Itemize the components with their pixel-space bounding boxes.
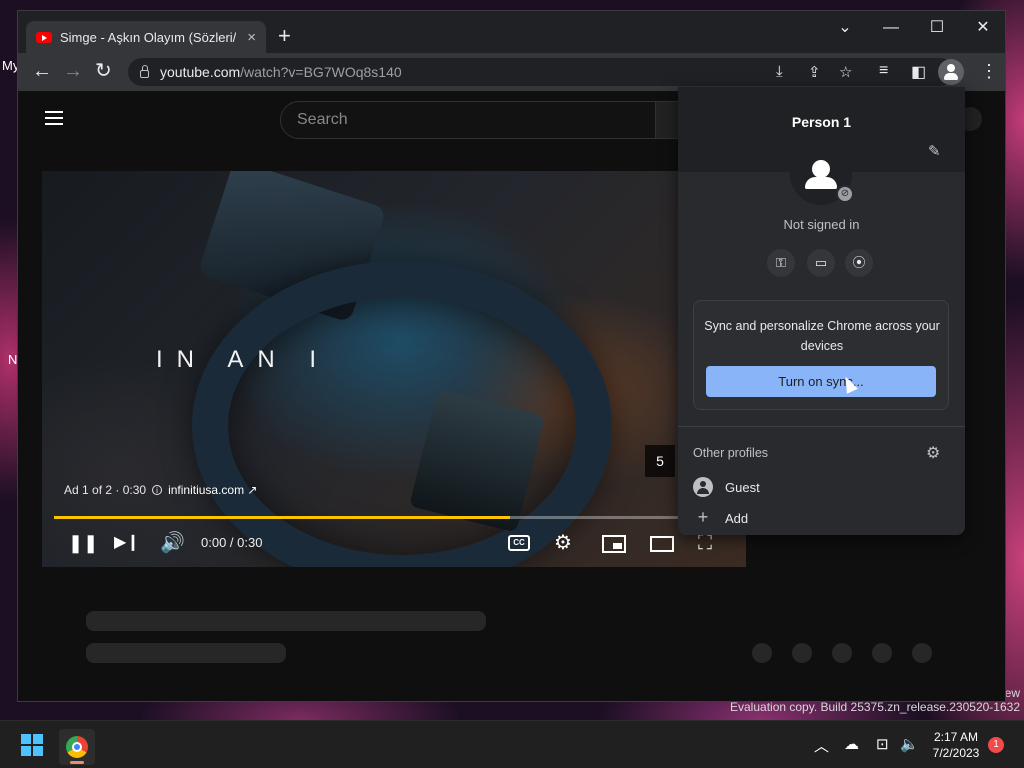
- info-icon[interactable]: i: [152, 485, 163, 495]
- volume-icon[interactable]: 🔊: [160, 531, 185, 555]
- sync-promo-text: Sync and personalize Chrome across your …: [704, 319, 940, 353]
- desktop-icon-label: ew: [1004, 686, 1020, 700]
- url-host: youtube.com: [160, 64, 241, 80]
- onedrive-cloud-icon[interactable]: ☁: [844, 735, 859, 753]
- media-controls-icon[interactable]: ≡: [879, 62, 888, 80]
- guest-profile-item[interactable]: Guest: [693, 477, 760, 497]
- profile-avatar-button[interactable]: [938, 59, 964, 85]
- clock-date: 7/2/2023: [932, 746, 980, 760]
- browser-tab[interactable]: Simge - Aşkın Olayım (Sözleri/Lyrics) ×: [26, 21, 266, 53]
- add-profile-item[interactable]: + Add: [693, 508, 748, 528]
- install-app-icon[interactable]: ⤓: [776, 63, 783, 80]
- youtube-search-input[interactable]: Search: [280, 101, 656, 139]
- person-icon: [947, 64, 955, 72]
- url-path: /watch?v=BG7WOq8s140: [240, 64, 402, 80]
- loading-placeholder: [792, 643, 812, 663]
- sync-promo-card: Sync and personalize Chrome across your …: [693, 300, 949, 410]
- youtube-favicon-icon: [36, 31, 52, 43]
- video-player[interactable]: IN AN I Ad 1 of 2 · 0:30 i infinitiusa.c…: [42, 171, 746, 567]
- profile-menu-popup: Person 1 ✎ ⊘ Not signed in ⚿ ▭ ⦿ Sync an…: [678, 87, 965, 535]
- ad-label: Ad 1 of 2 · 0:30: [64, 483, 147, 497]
- captions-button[interactable]: CC: [508, 535, 530, 551]
- progress-bar[interactable]: [54, 516, 734, 519]
- settings-gear-icon[interactable]: ⚙: [554, 531, 572, 555]
- browser-toolbar: ← → ↻ youtube.com /watch?v=BG7WOq8s140 ⤓…: [18, 53, 1005, 91]
- loading-placeholder: [832, 643, 852, 663]
- maximize-button[interactable]: ☐: [914, 16, 960, 40]
- next-icon[interactable]: ▶❙: [114, 531, 140, 555]
- bookmark-star-icon[interactable]: ☆: [839, 63, 852, 81]
- reload-button[interactable]: ↻: [95, 59, 112, 83]
- windows-start-icon[interactable]: [21, 734, 43, 756]
- new-tab-button[interactable]: +: [278, 23, 291, 49]
- ad-countdown: 5: [645, 445, 675, 477]
- miniplayer-icon[interactable]: [602, 535, 626, 553]
- loading-placeholder: [872, 643, 892, 663]
- divider: [678, 426, 965, 427]
- chrome-taskbar-icon[interactable]: [59, 729, 95, 765]
- ad-headline: IN AN I: [156, 346, 331, 373]
- tab-close-icon[interactable]: ×: [247, 29, 256, 46]
- player-controls: ❚❚ ▶❙ 🔊 0:00 / 0:30 CC ⚙ ⛶: [42, 521, 746, 567]
- show-hidden-icons-chevron-icon[interactable]: ︿: [814, 735, 829, 756]
- desktop-icon-label: N: [8, 352, 18, 367]
- pause-icon[interactable]: ❚❚: [68, 531, 98, 555]
- manage-profiles-gear-icon[interactable]: ⚙: [926, 443, 940, 463]
- profile-name: Person 1: [791, 114, 852, 130]
- hamburger-menu-icon[interactable]: [45, 111, 63, 129]
- taskbar: ︿ ☁ ⊡ 🔈 2:17 AM 7/2/2023 1: [0, 720, 1024, 768]
- chrome-menu-icon[interactable]: ⋮: [980, 61, 998, 82]
- progress-bar-fill: [54, 516, 510, 519]
- running-indicator: [70, 761, 84, 764]
- share-icon[interactable]: ⇪: [808, 63, 821, 81]
- theater-mode-icon[interactable]: [650, 536, 674, 552]
- evaluation-watermark: Evaluation copy. Build 25375.zn_release.…: [730, 700, 1020, 714]
- edit-pencil-icon[interactable]: ✎: [928, 142, 941, 160]
- clock-time: 2:17 AM: [933, 730, 979, 744]
- loading-placeholder: [86, 611, 486, 631]
- advertiser-link[interactable]: infinitiusa.com ↗: [168, 483, 257, 497]
- person-icon: [812, 160, 830, 178]
- loading-placeholder: [912, 643, 932, 663]
- side-panel-icon[interactable]: ◧: [911, 62, 926, 82]
- title-bar: Simge - Aşkın Olayım (Sözleri/Lyrics) × …: [18, 11, 1005, 53]
- sync-off-badge-icon: ⊘: [836, 185, 854, 203]
- guest-label: Guest: [725, 479, 760, 495]
- network-icon[interactable]: ⊡: [876, 735, 889, 753]
- add-plus-icon: +: [697, 507, 709, 527]
- add-label: Add: [725, 510, 749, 526]
- guest-avatar-icon: [693, 477, 713, 497]
- ad-info: Ad 1 of 2 · 0:30 i infinitiusa.com ↗: [64, 483, 257, 497]
- forward-button[interactable]: →: [63, 59, 83, 83]
- tab-title: Simge - Aşkın Olayım (Sözleri/Lyrics): [60, 29, 236, 45]
- loading-placeholder: [86, 643, 286, 663]
- minimize-button[interactable]: —: [868, 16, 914, 40]
- addresses-location-icon[interactable]: ⦿: [845, 249, 873, 277]
- address-bar[interactable]: youtube.com /watch?v=BG7WOq8s140 ⤓ ⇪ ☆: [128, 58, 954, 86]
- tab-search-dropdown-icon[interactable]: ⌄: [822, 16, 868, 40]
- system-clock[interactable]: 2:17 AM 7/2/2023: [924, 729, 988, 761]
- loading-placeholder: [752, 643, 772, 663]
- volume-icon[interactable]: 🔈: [900, 735, 919, 753]
- sign-in-status: Not signed in: [783, 217, 860, 232]
- close-window-button[interactable]: ✕: [960, 16, 1005, 40]
- time-display: 0:00 / 0:30: [201, 535, 263, 550]
- turn-on-sync-button[interactable]: Turn on sync...: [706, 366, 936, 397]
- payment-card-icon[interactable]: ▭: [807, 249, 835, 277]
- notification-badge[interactable]: 1: [988, 737, 1004, 753]
- passwords-key-icon[interactable]: ⚿: [767, 249, 795, 277]
- lock-icon[interactable]: [140, 65, 149, 78]
- other-profiles-heading: Other profiles: [693, 446, 769, 460]
- back-button[interactable]: ←: [32, 59, 52, 83]
